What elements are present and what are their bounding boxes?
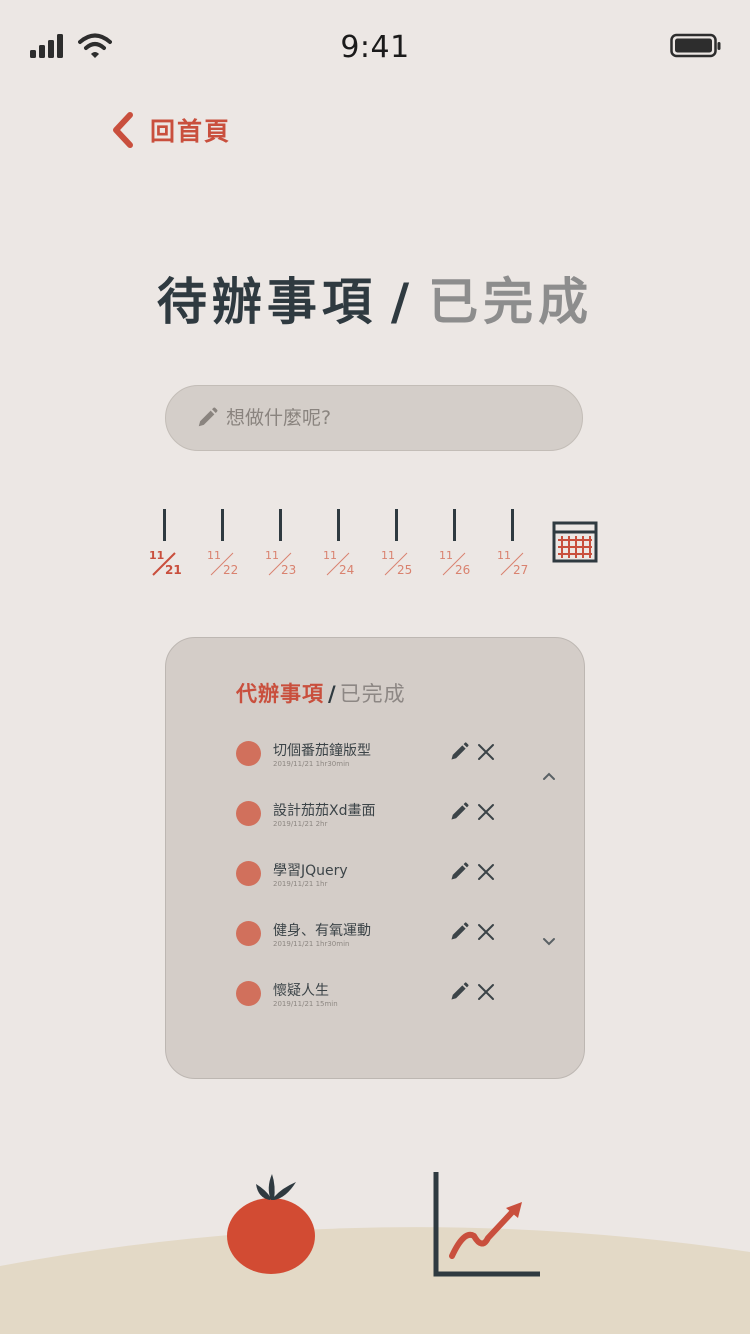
back-home-label: 回首頁	[150, 117, 232, 146]
calendar-icon[interactable]	[552, 521, 598, 563]
chevron-up-icon[interactable]	[541, 770, 557, 782]
date-tick	[163, 509, 166, 541]
back-home-link[interactable]: 回首頁	[110, 110, 231, 150]
date-tick	[395, 509, 398, 541]
pencil-icon[interactable]	[449, 862, 469, 882]
task-row: 設計茄茄Xd畫面 2019/11/21 2hr	[236, 798, 501, 838]
date-day: 26	[455, 563, 471, 577]
date-item-11-26[interactable]: 11 26	[435, 505, 475, 580]
pencil-icon[interactable]	[449, 922, 469, 942]
pencil-icon[interactable]	[449, 982, 469, 1002]
status-time: 9:41	[340, 30, 410, 65]
card-tab-todo[interactable]: 代辦事項	[236, 682, 324, 706]
task-meta: 2019/11/21 2hr	[273, 820, 328, 828]
task-row: 健身、有氧運動 2019/11/21 1hr30min	[236, 918, 501, 958]
title-todo-tab[interactable]: 待辦事項	[157, 273, 377, 331]
date-item-11-24[interactable]: 11 24	[319, 505, 359, 580]
page-title: 待辦事項 / 已完成	[0, 262, 750, 334]
task-meta: 2019/11/21 1hr30min	[273, 940, 350, 948]
chart-icon[interactable]	[428, 1164, 543, 1280]
task-status-dot[interactable]	[236, 801, 261, 826]
date-day: 21	[165, 563, 182, 577]
task-status-dot[interactable]	[236, 921, 261, 946]
date-item-11-27[interactable]: 11 27	[493, 505, 533, 580]
date-item-11-25[interactable]: 11 25	[377, 505, 417, 580]
pencil-icon[interactable]	[449, 802, 469, 822]
date-tick	[221, 509, 224, 541]
date-day: 23	[281, 563, 297, 577]
task-status-dot[interactable]	[236, 741, 261, 766]
task-meta: 2019/11/21 15min	[273, 1000, 338, 1008]
status-bar: 9:41	[0, 0, 750, 96]
title-separator: /	[390, 273, 415, 331]
task-status-dot[interactable]	[236, 861, 261, 886]
date-day: 25	[397, 563, 413, 577]
close-icon[interactable]	[477, 803, 495, 821]
date-item-11-22[interactable]: 11 22	[203, 505, 243, 580]
card-tabs: 代辦事項 / 已完成	[236, 678, 406, 708]
new-task-input[interactable]	[226, 407, 546, 429]
close-icon[interactable]	[477, 923, 495, 941]
pencil-icon[interactable]	[449, 742, 469, 762]
task-name: 健身、有氧運動	[273, 923, 371, 939]
date-item-11-23[interactable]: 11 23	[261, 505, 301, 580]
date-day: 24	[339, 563, 355, 577]
chevron-down-icon[interactable]	[541, 936, 557, 948]
task-status-dot[interactable]	[236, 981, 261, 1006]
task-name: 切個番茄鐘版型	[273, 743, 371, 759]
task-row: 切個番茄鐘版型 2019/11/21 1hr30min	[236, 738, 501, 778]
date-day: 27	[513, 563, 529, 577]
date-tick	[337, 509, 340, 541]
date-strip: 11 21 11 22 11 23 11 24 11 25 11 26 11 27	[145, 505, 605, 585]
title-done-tab[interactable]: 已完成	[428, 273, 593, 331]
task-name: 設計茄茄Xd畫面	[273, 803, 376, 819]
close-icon[interactable]	[477, 983, 495, 1001]
battery-icon	[670, 33, 721, 58]
card-tab-separator: /	[328, 682, 336, 706]
tomato-icon[interactable]	[224, 1170, 318, 1278]
task-row: 學習JQuery 2019/11/21 1hr	[236, 858, 501, 898]
date-tick	[453, 509, 456, 541]
task-row: 懷疑人生 2019/11/21 15min	[236, 978, 501, 1018]
ground-shape	[0, 1227, 750, 1334]
new-task-field[interactable]	[165, 385, 583, 451]
close-icon[interactable]	[477, 863, 495, 881]
date-day: 22	[223, 563, 239, 577]
date-tick	[511, 509, 514, 541]
date-item-11-21[interactable]: 11 21	[145, 505, 185, 580]
task-meta: 2019/11/21 1hr30min	[273, 760, 350, 768]
date-tick	[279, 509, 282, 541]
todo-card: 代辦事項 / 已完成 切個番茄鐘版型 2019/11/21 1hr30min 設計茄茄X…	[165, 637, 585, 1079]
card-tab-done[interactable]: 已完成	[340, 682, 406, 706]
task-name: 學習JQuery	[273, 863, 348, 879]
task-name: 懷疑人生	[273, 983, 329, 999]
chevron-left-icon	[113, 112, 133, 148]
close-icon[interactable]	[477, 743, 495, 761]
pencil-icon	[198, 407, 218, 427]
task-meta: 2019/11/21 1hr	[273, 880, 328, 888]
